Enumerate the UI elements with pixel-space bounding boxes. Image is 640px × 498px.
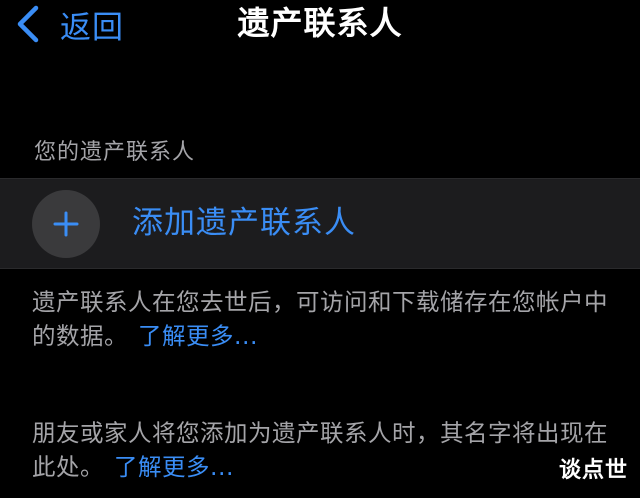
add-icon-circle xyxy=(32,190,100,258)
learn-more-link[interactable]: 了解更多... xyxy=(138,322,258,350)
page-title: 遗产联系人 xyxy=(237,4,403,42)
add-legacy-contact-label: 添加遗产联系人 xyxy=(132,205,356,241)
description-added-by-others: 朋友或家人将您添加为遗产联系人时，其名字将出现在此处。 了解更多... xyxy=(32,416,622,484)
add-legacy-contact-button[interactable]: 添加遗产联系人 xyxy=(0,178,640,269)
screen: 返回 遗产联系人 您的遗产联系人 添加遗产联系人 遗产联系人在您去世后，可访问和… xyxy=(0,0,640,498)
watermark: 谈点世 xyxy=(558,458,628,483)
learn-more-link[interactable]: 了解更多... xyxy=(114,453,234,481)
plus-icon xyxy=(53,211,79,237)
description-legacy-access: 遗产联系人在您去世后，可访问和下载储存在您帐户中的数据。 了解更多... xyxy=(32,285,622,353)
navigation-bar: 返回 遗产联系人 xyxy=(0,0,640,50)
section-header: 您的遗产联系人 xyxy=(34,140,196,165)
description-text: 遗产联系人在您去世后，可访问和下载储存在您帐户中的数据。 xyxy=(32,288,608,350)
